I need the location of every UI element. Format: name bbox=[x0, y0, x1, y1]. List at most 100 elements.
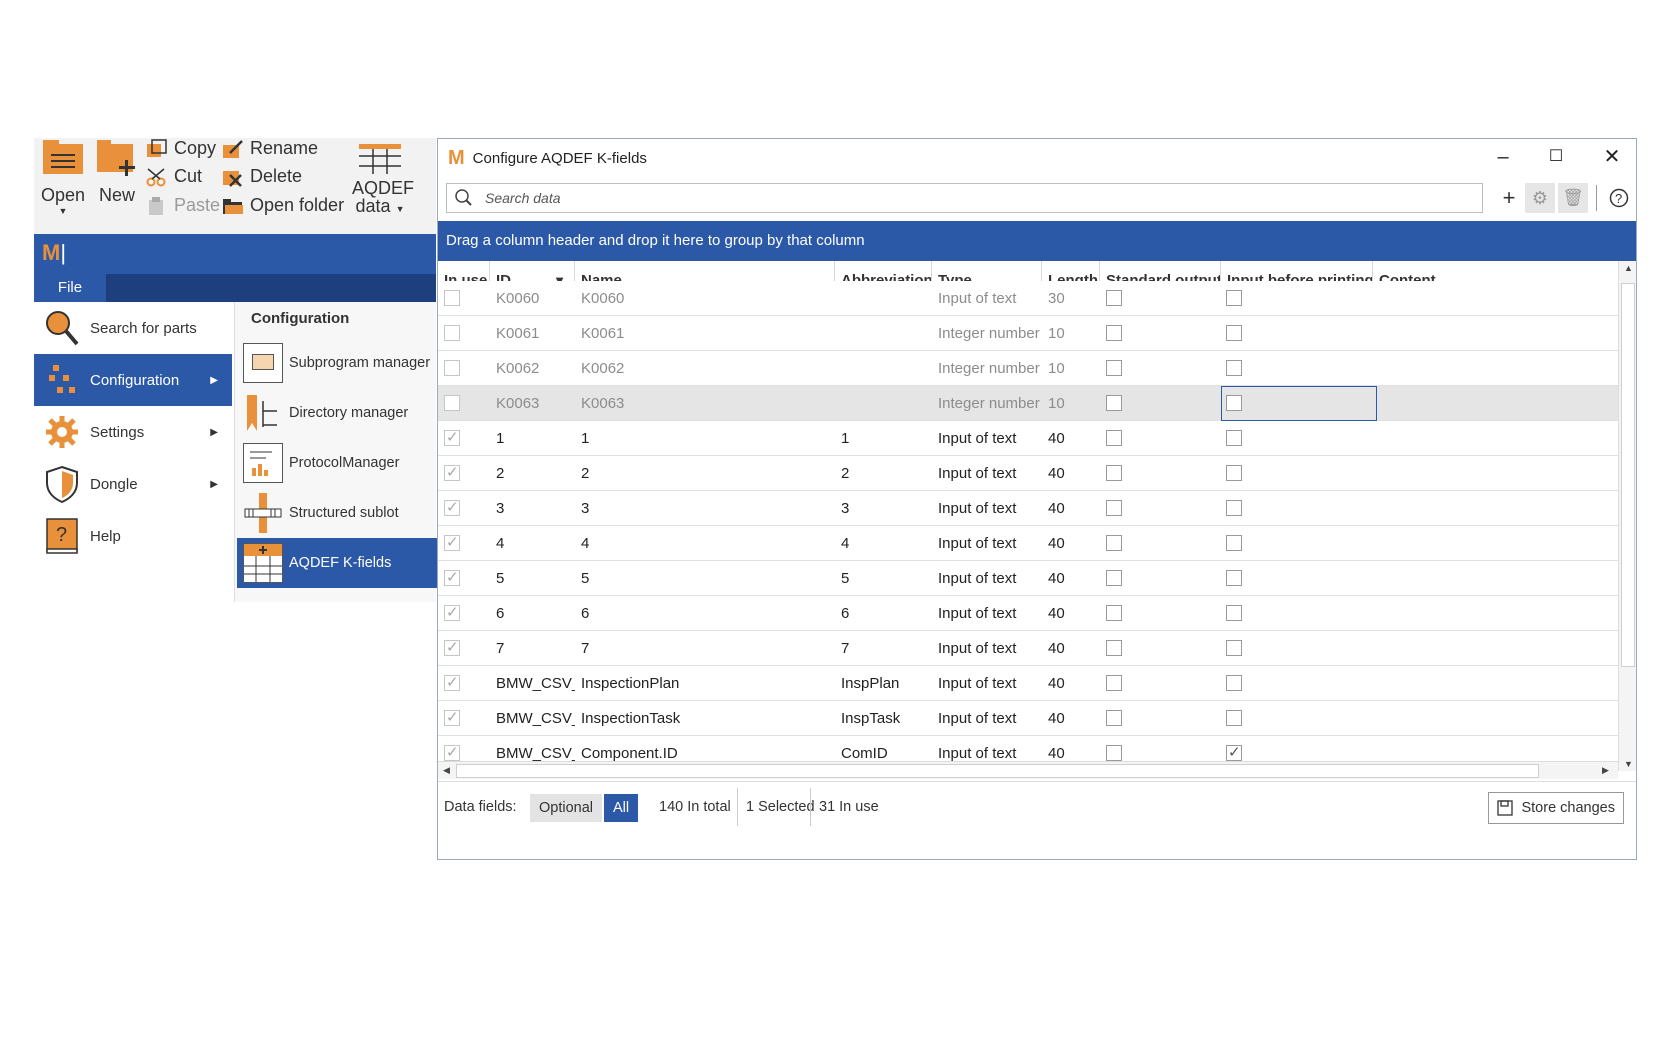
type-cell[interactable]: Input of text bbox=[932, 631, 1042, 666]
id-cell[interactable]: 5 bbox=[490, 561, 575, 596]
name-cell[interactable]: 2 bbox=[575, 456, 835, 491]
in-use-checkbox[interactable] bbox=[444, 568, 460, 586]
table-row[interactable]: 111Input of text40 bbox=[438, 421, 1618, 456]
content-cell[interactable] bbox=[1373, 456, 1618, 491]
content-cell[interactable] bbox=[1373, 701, 1618, 736]
scroll-down-icon[interactable]: ▼ bbox=[1624, 759, 1633, 769]
table-row[interactable]: 555Input of text40 bbox=[438, 561, 1618, 596]
length-cell[interactable]: 10 bbox=[1042, 316, 1100, 351]
id-cell[interactable]: 2 bbox=[490, 456, 575, 491]
content-cell[interactable] bbox=[1373, 526, 1618, 561]
input-before-printing-checkbox[interactable] bbox=[1226, 465, 1242, 481]
close-button[interactable]: ✕ bbox=[1600, 145, 1624, 169]
abbr-cell[interactable]: 4 bbox=[835, 526, 932, 561]
length-cell[interactable]: 10 bbox=[1042, 386, 1100, 421]
length-cell[interactable]: 40 bbox=[1042, 526, 1100, 561]
in-use-checkbox[interactable] bbox=[444, 708, 460, 726]
input-before-printing-checkbox[interactable] bbox=[1226, 500, 1242, 516]
length-cell[interactable]: 40 bbox=[1042, 631, 1100, 666]
name-cell[interactable]: 5 bbox=[575, 561, 835, 596]
id-cell[interactable]: K0061 bbox=[490, 316, 575, 351]
scroll-left-icon[interactable]: ◀ bbox=[443, 765, 450, 776]
input-before-printing-checkbox[interactable] bbox=[1226, 430, 1242, 446]
in-use-checkbox[interactable] bbox=[444, 533, 460, 551]
maximize-button[interactable]: ☐ bbox=[1544, 145, 1568, 169]
name-cell[interactable]: K0061 bbox=[575, 316, 835, 351]
type-cell[interactable]: Input of text bbox=[932, 456, 1042, 491]
gear-icon[interactable]: ⚙ bbox=[1525, 183, 1555, 213]
in-use-checkbox[interactable] bbox=[444, 463, 460, 481]
table-row[interactable]: K0060 K0060 Input of text 30 bbox=[438, 281, 1618, 316]
content-cell[interactable] bbox=[1373, 281, 1618, 316]
abbr-cell[interactable]: InspTask bbox=[835, 701, 932, 736]
type-cell[interactable]: Input of text bbox=[932, 421, 1042, 456]
nav-dongle[interactable]: Dongle ▶ bbox=[34, 458, 232, 510]
table-row[interactable]: K0062 K0062 Integer number 10 bbox=[438, 351, 1618, 386]
standard-output-checkbox[interactable] bbox=[1106, 640, 1122, 656]
trash-icon[interactable]: 🗑 bbox=[1558, 183, 1588, 213]
type-cell[interactable]: Input of text bbox=[932, 491, 1042, 526]
type-cell[interactable]: Input of text bbox=[932, 526, 1042, 561]
table-row[interactable]: 444Input of text40 bbox=[438, 526, 1618, 561]
standard-output-checkbox[interactable] bbox=[1106, 745, 1122, 761]
content-cell[interactable] bbox=[1373, 561, 1618, 596]
scroll-right-icon[interactable]: ▶ bbox=[1602, 765, 1609, 776]
standard-output-checkbox[interactable] bbox=[1106, 325, 1122, 341]
in-use-checkbox[interactable] bbox=[444, 290, 460, 306]
new-button[interactable]: New bbox=[94, 140, 140, 206]
name-cell[interactable]: K0062 bbox=[575, 351, 835, 386]
in-use-checkbox[interactable] bbox=[444, 498, 460, 516]
abbr-cell[interactable]: 2 bbox=[835, 456, 932, 491]
type-cell[interactable]: Input of text bbox=[932, 596, 1042, 631]
name-cell[interactable]: K0063 bbox=[575, 386, 835, 421]
help-icon[interactable]: ? bbox=[1604, 183, 1634, 213]
subprogram-manager-item[interactable]: Subprogram manager bbox=[237, 338, 437, 388]
input-before-printing-checkbox[interactable] bbox=[1226, 640, 1242, 656]
nav-settings[interactable]: Settings ▶ bbox=[34, 406, 232, 458]
in-use-checkbox[interactable] bbox=[444, 603, 460, 621]
abbr-cell[interactable] bbox=[835, 316, 932, 351]
directory-manager-item[interactable]: Directory manager bbox=[237, 388, 437, 438]
input-before-printing-checkbox[interactable] bbox=[1226, 535, 1242, 551]
table-row[interactable]: 666Input of text40 bbox=[438, 596, 1618, 631]
rename-button[interactable]: Rename bbox=[222, 138, 318, 159]
input-before-printing-checkbox[interactable] bbox=[1226, 395, 1242, 411]
type-cell[interactable]: Input of text bbox=[932, 666, 1042, 701]
abbr-cell[interactable]: 5 bbox=[835, 561, 932, 596]
type-cell[interactable]: Input of text bbox=[932, 561, 1042, 596]
id-cell[interactable]: 6 bbox=[490, 596, 575, 631]
table-row[interactable]: 333Input of text40 bbox=[438, 491, 1618, 526]
content-cell[interactable] bbox=[1373, 316, 1618, 351]
content-cell[interactable] bbox=[1373, 386, 1618, 421]
scroll-up-icon[interactable]: ▲ bbox=[1624, 263, 1633, 273]
name-cell[interactable]: 3 bbox=[575, 491, 835, 526]
length-cell[interactable]: 40 bbox=[1042, 491, 1100, 526]
length-cell[interactable]: 40 bbox=[1042, 701, 1100, 736]
name-cell[interactable]: 7 bbox=[575, 631, 835, 666]
copy-button[interactable]: Copy bbox=[146, 138, 216, 159]
table-row[interactable]: BMW_CSV_1InspectionPlanInspPlanInput of … bbox=[438, 666, 1618, 701]
input-before-printing-checkbox[interactable] bbox=[1226, 605, 1242, 621]
standard-output-checkbox[interactable] bbox=[1106, 465, 1122, 481]
length-cell[interactable]: 30 bbox=[1042, 281, 1100, 316]
id-cell[interactable]: K0060 bbox=[490, 281, 575, 316]
in-use-checkbox[interactable] bbox=[444, 360, 460, 376]
abbr-cell[interactable] bbox=[835, 281, 932, 316]
name-cell[interactable]: 6 bbox=[575, 596, 835, 631]
horizontal-scroll-thumb[interactable] bbox=[456, 764, 1539, 778]
abbr-cell[interactable] bbox=[835, 386, 932, 421]
content-cell[interactable] bbox=[1373, 421, 1618, 456]
id-cell[interactable]: K0063 bbox=[490, 386, 575, 421]
add-button[interactable]: + bbox=[1494, 183, 1524, 213]
nav-search-for-parts[interactable]: Search for parts bbox=[34, 302, 232, 354]
in-use-checkbox[interactable] bbox=[444, 325, 460, 341]
cut-button[interactable]: Cut bbox=[146, 166, 202, 187]
vertical-scroll-thumb[interactable] bbox=[1621, 283, 1635, 667]
content-cell[interactable] bbox=[1373, 596, 1618, 631]
content-cell[interactable] bbox=[1373, 491, 1618, 526]
aqdef-k-fields-item[interactable]: AQDEF K-fields bbox=[237, 538, 437, 588]
abbr-cell[interactable]: 7 bbox=[835, 631, 932, 666]
input-before-printing-checkbox[interactable] bbox=[1226, 325, 1242, 341]
id-cell[interactable]: 1 bbox=[490, 421, 575, 456]
id-cell[interactable]: K0062 bbox=[490, 351, 575, 386]
